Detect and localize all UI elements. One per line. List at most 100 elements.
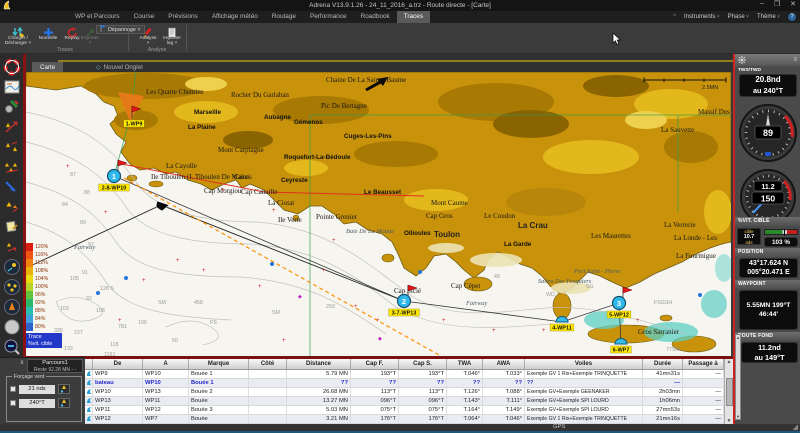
tab-performance[interactable]: Performance (303, 11, 354, 23)
column-header[interactable]: AWA (483, 359, 525, 369)
tab-routage[interactable]: Routage (265, 11, 303, 23)
importer-log-button[interactable]: Importer log ˅ (158, 25, 186, 45)
compass-gauge[interactable]: 89 (737, 100, 799, 166)
collapse-ribbon-icon[interactable]: ^ (673, 14, 676, 20)
wind-speed-tool-button[interactable] (58, 384, 70, 394)
zoom-out-icon[interactable] (2, 337, 22, 356)
column-header[interactable]: Cap F. (351, 359, 399, 369)
tab-carte[interactable]: Carte (32, 62, 63, 72)
column-header[interactable]: Passage à (683, 359, 724, 369)
waypoint-number: 3 (617, 299, 621, 308)
resize-grip[interactable]: ◢ (793, 423, 798, 431)
wind-dir-field[interactable]: 240°T (19, 399, 55, 408)
wind-dir-tool-button[interactable] (58, 398, 70, 408)
table-cell: Bouée (189, 415, 249, 423)
table-cell: Bouée 3 (189, 406, 249, 414)
title-bar: Adrena V13.9.1.26 - 24_11_2016_a.trz - R… (0, 0, 800, 11)
table-cell: 3.21 MN (287, 415, 351, 423)
table-cell: — (643, 379, 683, 387)
column-header[interactable]: Distance (287, 359, 351, 369)
tab-affichage-meteo[interactable]: Affichage météo (205, 11, 265, 23)
export-icon (85, 25, 96, 36)
instruments-menu[interactable]: Instruments (684, 14, 720, 20)
column-header[interactable]: Durée (643, 359, 683, 369)
legs-table: DeAMarqueCôtéDistanceCap F.Cap S.TWAAWAV… (85, 357, 733, 424)
mark-cone-icon[interactable] (2, 197, 22, 216)
marks-pair-icon[interactable] (2, 137, 22, 156)
tab-wp-et-parcours[interactable]: WP et Parcours (68, 11, 127, 23)
column-header[interactable]: Côté (249, 359, 287, 369)
tab-roadbook[interactable]: Roadbook (354, 11, 397, 23)
column-header[interactable]: A (143, 359, 189, 369)
parcours-title-box: Parcours1 Reste 92.28 MN - - (27, 359, 83, 373)
table-row[interactable]: WP13WP11Bouée13.27 MN096°T096°TT.143°T.1… (85, 397, 724, 406)
tab-course[interactable]: Course (127, 11, 162, 23)
magenta-symbol: ◆ (298, 294, 302, 300)
table-row[interactable]: WP9WP10Bouée 15.79 MN193°T193°TT.046°T.0… (85, 370, 724, 379)
scroll-up-icon[interactable]: ▲ (727, 359, 732, 365)
charge-trace-icon (12, 25, 24, 36)
mark-move-icon[interactable] (2, 237, 22, 256)
vit-cible-pct[interactable]: 103 % (764, 237, 798, 247)
zoom-mark-icon[interactable] (2, 257, 22, 276)
table-row[interactable]: WP12WP7Bouée3.21 MN176°T176°TT.064°T.046… (85, 415, 724, 424)
tab-traces[interactable]: Traces (397, 11, 430, 23)
phase-menu[interactable]: Phase (728, 14, 749, 20)
column-header[interactable]: De (93, 359, 143, 369)
chart-tools-icon[interactable] (2, 97, 22, 116)
theme-menu[interactable]: Thème (757, 14, 780, 20)
position-header: POSITION (735, 248, 800, 257)
instrument-panel: ≡ TWS/TWD 20.8ndau 240°T 89 11.2 (733, 54, 800, 424)
column-header[interactable]: Voiles (525, 359, 643, 369)
place-label: La Cayolle (166, 162, 197, 170)
waypoint-label: 3-7-WP13 (392, 311, 417, 317)
chart-area[interactable]: 2.5MN Les Quatre CheminsRocher Du Garlab… (26, 72, 731, 358)
marks-route-icon[interactable] (2, 157, 22, 176)
zoom-boat-icon[interactable] (2, 297, 22, 316)
close-parcours-panel-button[interactable]: x (18, 359, 26, 367)
table-cell: 1h06mn (643, 397, 683, 405)
minimize-button[interactable]: – (760, 0, 764, 8)
position-display[interactable]: 43°17.624 N005°20.471 E (739, 258, 798, 278)
speed-main-value: 150 (761, 194, 775, 204)
table-scrollbar[interactable]: ▲ ▼ (724, 359, 733, 424)
help-button[interactable]: ? (788, 13, 796, 21)
table-cell (249, 415, 287, 423)
scroll-thumb[interactable] (726, 378, 733, 406)
column-header[interactable]: Marque (189, 359, 249, 369)
table-row[interactable]: WP10WP13Bouée 226.68 MN113°T113°TT.126°T… (85, 388, 724, 397)
wind-speed-field[interactable]: 21 nds (19, 385, 55, 394)
table-cell: 113°T (399, 388, 447, 396)
lifebuoy-icon[interactable] (2, 57, 22, 76)
close-button[interactable]: ✕ (790, 0, 796, 8)
table-cell: Bouée 2 (189, 388, 249, 396)
note-edit-icon[interactable] (2, 217, 22, 236)
column-header[interactable]: Cap S. (399, 359, 447, 369)
instrument-settings-icon[interactable] (738, 51, 746, 69)
tab-nouvel-onglet[interactable]: ◇Nouvel Onglet (88, 62, 151, 72)
place-label: Mont Caume (431, 199, 468, 207)
waypoint-display[interactable]: 5.55MN 199°T46:44' (739, 290, 798, 330)
trace-arrow-icon[interactable] (2, 117, 22, 136)
tab-previsions[interactable]: Prévisions (161, 11, 204, 23)
maximize-button[interactable]: ❐ (774, 0, 780, 8)
blue-arrow-icon[interactable] (2, 177, 22, 196)
window-title: Adrena V13.9.1.26 - 24_11_2016_a.trz - R… (309, 2, 491, 9)
pan-icon[interactable] (2, 317, 22, 336)
chart-select-icon[interactable] (2, 77, 22, 96)
wind-speed-checkbox[interactable] (10, 386, 16, 392)
instrument-scrollbar[interactable]: ▲▼ (735, 334, 741, 420)
table-row[interactable]: bateauWP10Bouée 1????????????— (85, 379, 724, 388)
table-row[interactable]: WP11WP12Bouée 35.03 MN075°T075°TT.164°T.… (85, 406, 724, 415)
instrument-list-icon[interactable]: ≡ (793, 57, 797, 63)
nautical-chart[interactable]: 2.5MN Les Quatre CheminsRocher Du Garlab… (26, 72, 731, 358)
zoom-marks-icon[interactable] (2, 277, 22, 296)
wind-dir-checkbox[interactable] (10, 400, 16, 406)
route-fond-display[interactable]: 11.2ndau 149°T (741, 342, 798, 363)
sounding-label: 89 (80, 220, 86, 226)
column-header[interactable]: TWA (447, 359, 483, 369)
sounding-label: 84 (62, 202, 68, 208)
tws-twd-display[interactable]: 20.8ndau 240°T (739, 74, 797, 97)
legend-entry: 108% (26, 267, 66, 275)
charger-decharger-button[interactable]: Charger / Décharger ˅ (4, 25, 32, 45)
